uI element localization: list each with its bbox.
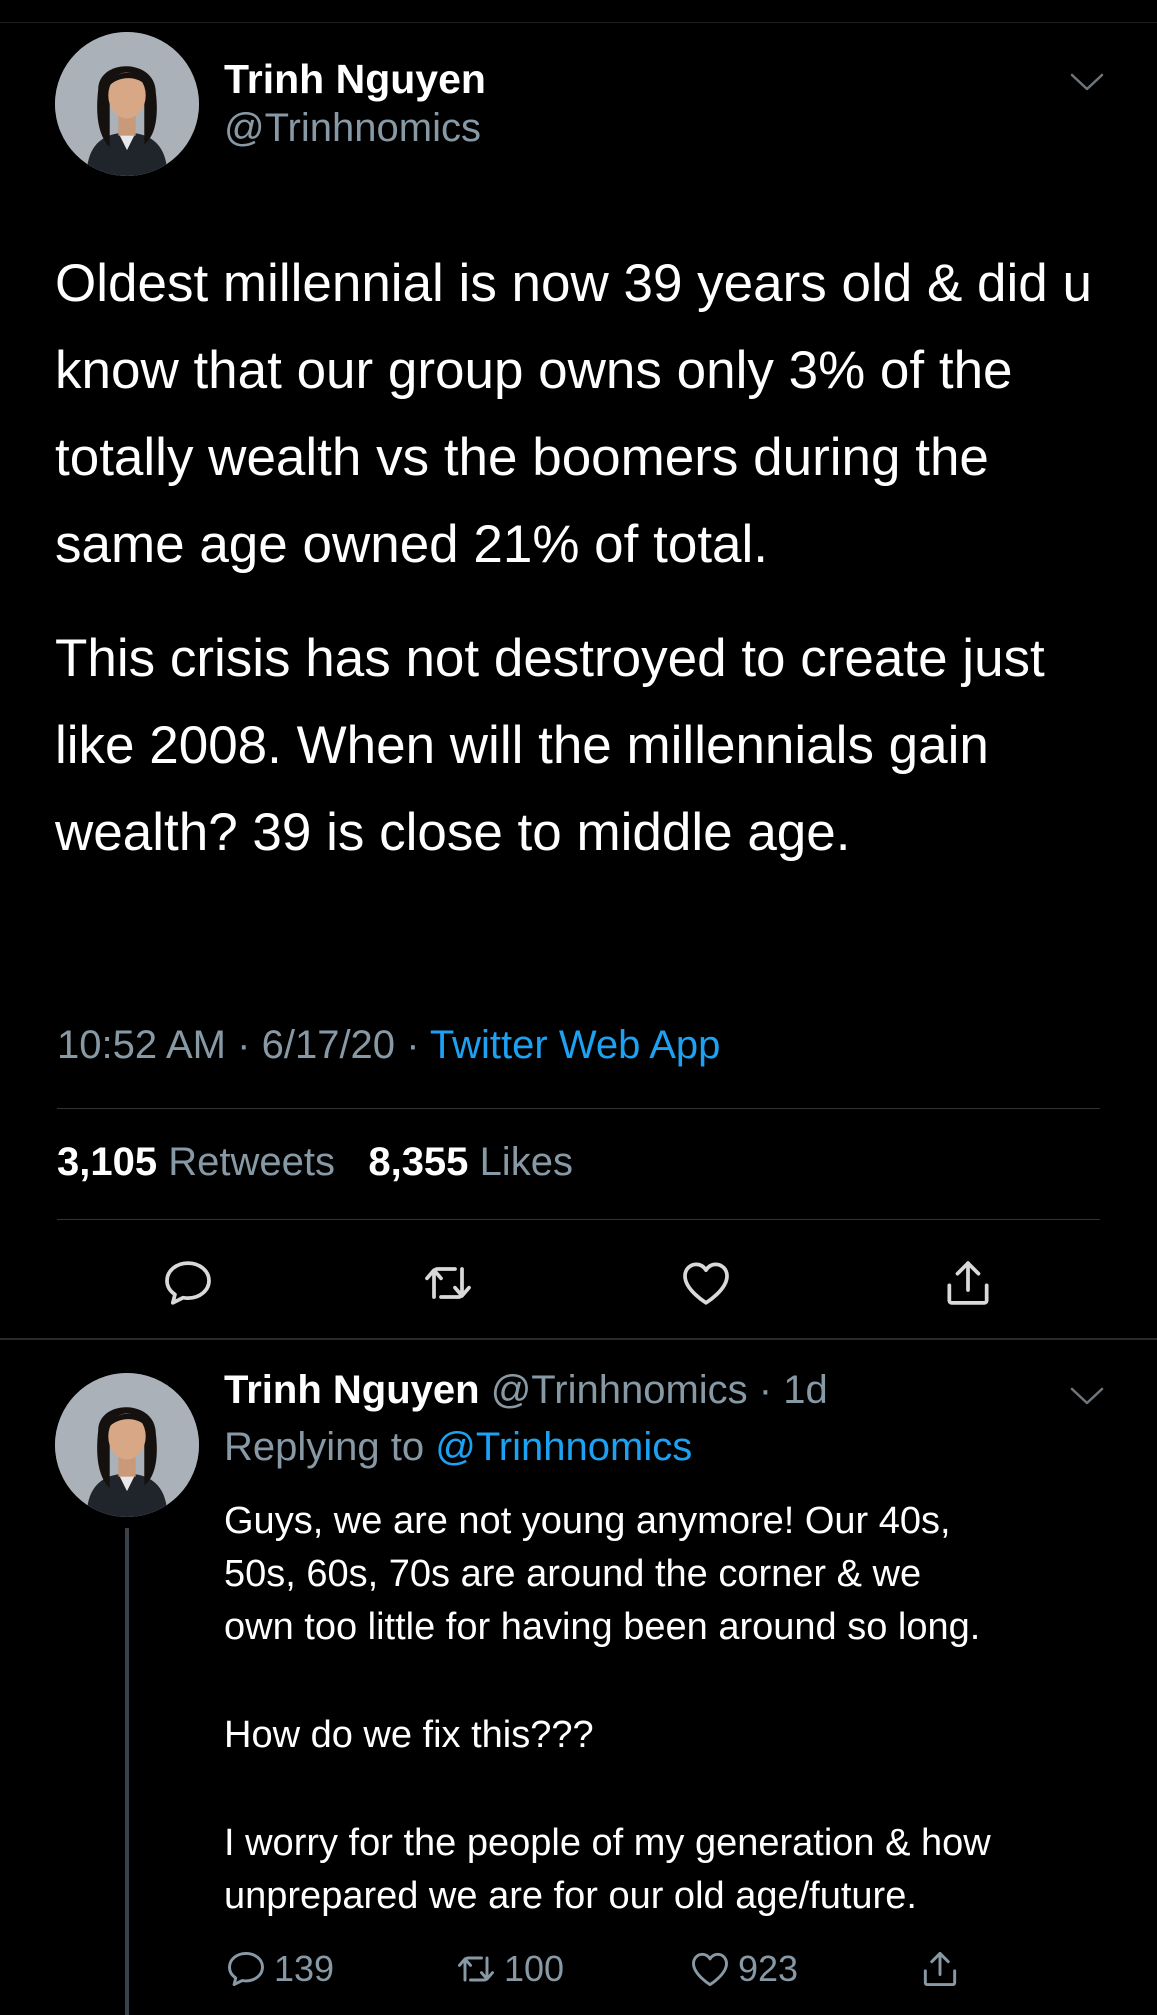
tweet-paragraph: Oldest millennial is now 39 years old & … [55, 254, 1092, 574]
reply-icon[interactable] [160, 1255, 216, 1311]
divider [57, 1219, 1100, 1220]
tweet-source-link[interactable]: Twitter Web App [430, 1023, 721, 1067]
likes-count: 8,355 [368, 1140, 469, 1184]
author-name[interactable]: Trinh Nguyen [224, 56, 486, 103]
tweet-meta: 10:52 AM · 6/17/20 · Twitter Web App [57, 1023, 720, 1068]
thread-connector-line [125, 1528, 129, 2015]
reply-reply-button[interactable]: 139 [224, 1944, 334, 1994]
author-handle[interactable]: @Trinhnomics [224, 106, 481, 151]
likes-stat[interactable]: 8,355 Likes [368, 1140, 573, 1184]
chevron-down-icon[interactable] [1069, 1384, 1105, 1408]
avatar-photo [55, 1373, 199, 1517]
reply-count: 139 [274, 1948, 335, 1989]
like-icon[interactable] [678, 1255, 734, 1311]
reply-author-name[interactable]: Trinh Nguyen [224, 1368, 480, 1412]
tweet-time[interactable]: 10:52 AM [57, 1023, 226, 1067]
top-divider [0, 22, 1157, 23]
reply-icon [224, 1947, 268, 1991]
replying-to: Replying to @Trinhnomics [224, 1425, 692, 1470]
reply-author-avatar[interactable] [55, 1373, 199, 1517]
reply-line: 50s, 60s, 70s are around the corner & we [224, 1553, 922, 1595]
reply-age[interactable]: 1d [783, 1368, 828, 1412]
replying-to-label: Replying to [224, 1425, 425, 1469]
tweet-text: Oldest millennial is now 39 years old & … [55, 240, 1115, 876]
reply-line: unprepared we are for our old age/future… [224, 1875, 917, 1917]
divider [57, 1108, 1100, 1109]
author-avatar[interactable] [55, 32, 199, 176]
reply-line: How do we fix this??? [224, 1714, 594, 1756]
retweet-icon[interactable] [420, 1255, 476, 1311]
reply-share-button[interactable] [918, 1944, 962, 1994]
retweets-stat[interactable]: 3,105 Retweets [57, 1140, 335, 1184]
tweet-paragraph: This crisis has not destroyed to create … [55, 629, 1045, 862]
share-icon [918, 1947, 962, 1991]
retweet-count: 100 [504, 1948, 565, 1989]
reply-paragraph: Guys, we are not young anymore! Our 40s,… [224, 1495, 1124, 1654]
reply-like-button[interactable]: 923 [688, 1944, 798, 1994]
avatar-photo [55, 32, 199, 176]
reply-author-handle[interactable]: @Trinhnomics [491, 1368, 748, 1412]
engagement-stats: 3,105 Retweets 8,355 Likes [57, 1140, 573, 1185]
like-icon [688, 1947, 732, 1991]
meta-separator: · [758, 1368, 773, 1412]
reply-line: own too little for having been around so… [224, 1606, 981, 1648]
reply-paragraph: I worry for the people of my generation … [224, 1817, 1124, 1923]
reply-paragraph: How do we fix this??? [224, 1709, 1124, 1762]
tweet-separator [0, 1338, 1157, 1340]
reply-header: Trinh Nguyen @Trinhnomics · 1d [224, 1368, 828, 1413]
retweets-label: Retweets [168, 1140, 335, 1184]
retweets-count: 3,105 [57, 1140, 158, 1184]
meta-separator: · [237, 1023, 251, 1067]
share-icon[interactable] [940, 1255, 996, 1311]
tweet-date[interactable]: 6/17/20 [262, 1023, 395, 1067]
reply-line: Guys, we are not young anymore! Our 40s, [224, 1500, 951, 1542]
likes-label: Likes [479, 1140, 573, 1184]
reply-retweet-button[interactable]: 100 [454, 1944, 564, 1994]
like-count: 923 [738, 1948, 799, 1989]
replying-to-handle-link[interactable]: @Trinhnomics [435, 1425, 692, 1469]
meta-separator: · [406, 1023, 420, 1067]
reply-text: Guys, we are not young anymore! Our 40s,… [224, 1495, 1124, 1923]
retweet-icon [454, 1947, 498, 1991]
chevron-down-icon[interactable] [1069, 70, 1105, 94]
reply-line: I worry for the people of my generation … [224, 1822, 991, 1864]
